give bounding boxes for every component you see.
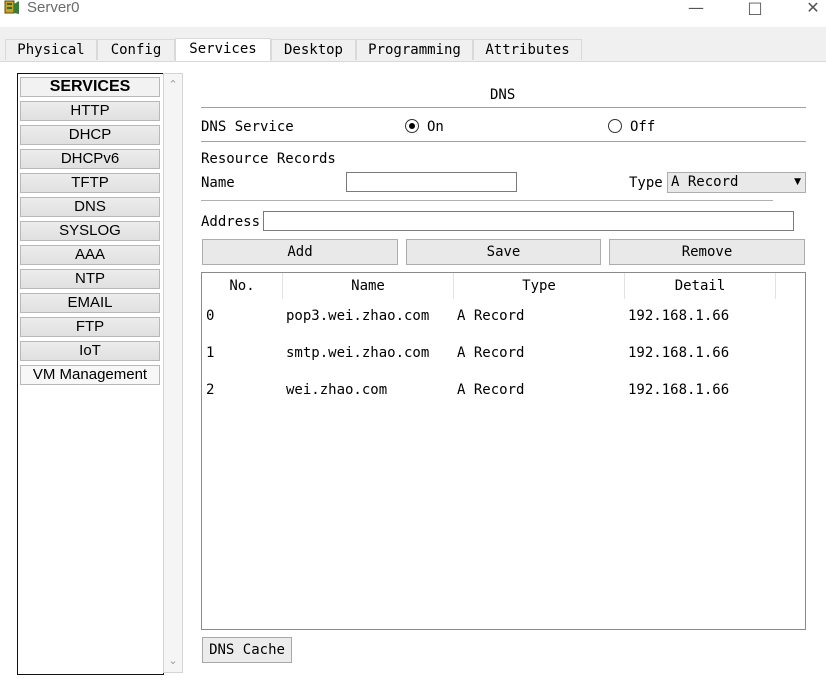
services-list: SERVICES HTTP DHCP DHCPv6 TFTP DNS SYSLO… — [17, 73, 164, 675]
tab-attributes[interactable]: Attributes — [473, 39, 582, 60]
divider — [201, 107, 806, 108]
cell-name: wei.zhao.com — [286, 382, 388, 398]
dns-service-label: DNS Service — [201, 119, 294, 135]
cell-no: 2 — [206, 382, 215, 398]
dns-on-radio[interactable] — [405, 119, 419, 133]
sidebar-item-aaa[interactable]: AAA — [20, 245, 160, 265]
cell-name: pop3.wei.zhao.com — [286, 308, 430, 324]
sidebar-item-http[interactable]: HTTP — [20, 101, 160, 121]
minimize-icon[interactable]: — — [685, 0, 707, 19]
cell-no: 1 — [206, 345, 215, 361]
type-select-value: A Record — [671, 174, 739, 190]
dns-cache-button[interactable]: DNS Cache — [202, 637, 292, 663]
sidebar-item-vm-management[interactable]: VM Management — [20, 365, 160, 385]
tab-config[interactable]: Config — [97, 39, 175, 60]
dns-title: DNS — [490, 87, 516, 103]
window-title: Server0 — [27, 0, 80, 16]
cell-type: A Record — [457, 345, 525, 361]
name-input[interactable] — [346, 172, 517, 192]
scroll-up-icon[interactable]: ⌃ — [164, 76, 182, 94]
tab-services[interactable]: Services — [175, 38, 271, 62]
cell-no: 0 — [206, 308, 215, 324]
sidebar-scrollbar[interactable]: ⌃ ⌄ — [163, 73, 183, 673]
tab-programming[interactable]: Programming — [356, 39, 473, 60]
type-select[interactable]: A Record ▼ — [667, 172, 806, 193]
dns-off-radio[interactable] — [608, 119, 622, 133]
table-row[interactable]: 2 wei.zhao.com A Record 192.168.1.66 — [202, 380, 805, 402]
cell-type: A Record — [457, 308, 525, 324]
sidebar-item-dns[interactable]: DNS — [20, 197, 160, 217]
dns-on-label[interactable]: On — [427, 119, 444, 135]
radio-selected-dot — [409, 123, 415, 129]
type-label: Type — [629, 175, 663, 191]
cell-type: A Record — [457, 382, 525, 398]
server-app-icon — [4, 0, 19, 14]
add-button[interactable]: Add — [202, 239, 398, 265]
cell-name: smtp.wei.zhao.com — [286, 345, 430, 361]
tab-physical[interactable]: Physical — [5, 39, 97, 60]
divider — [201, 200, 773, 201]
sidebar-item-ntp[interactable]: NTP — [20, 269, 160, 289]
table-row[interactable]: 1 smtp.wei.zhao.com A Record 192.168.1.6… — [202, 343, 805, 365]
column-header-type[interactable]: Type — [454, 273, 625, 299]
scroll-down-icon[interactable]: ⌄ — [164, 652, 182, 670]
cell-detail: 192.168.1.66 — [628, 308, 730, 324]
name-label: Name — [201, 175, 235, 191]
services-header: SERVICES — [20, 77, 160, 97]
tab-desktop[interactable]: Desktop — [271, 39, 356, 60]
tab-strip: Physical Config Services Desktop Program… — [0, 27, 826, 62]
save-button[interactable]: Save — [406, 239, 601, 265]
column-header-detail[interactable]: Detail — [625, 273, 776, 299]
maximize-icon[interactable]: □ — [744, 0, 766, 19]
cell-detail: 192.168.1.66 — [628, 345, 730, 361]
dns-off-label[interactable]: Off — [630, 119, 655, 135]
sidebar-item-dhcpv6[interactable]: DHCPv6 — [20, 149, 160, 169]
address-label: Address — [201, 214, 261, 230]
column-header-no[interactable]: No. — [202, 273, 283, 299]
sidebar-item-email[interactable]: EMAIL — [20, 293, 160, 313]
dns-records-table: No. Name Type Detail 0 pop3.wei.zhao.com… — [201, 272, 806, 630]
remove-button[interactable]: Remove — [609, 239, 805, 265]
address-input[interactable] — [263, 211, 794, 231]
sidebar-item-dhcp[interactable]: DHCP — [20, 125, 160, 145]
column-header-name[interactable]: Name — [283, 273, 454, 299]
sidebar-item-syslog[interactable]: SYSLOG — [20, 221, 160, 241]
sidebar-item-tftp[interactable]: TFTP — [20, 173, 160, 193]
services-content: SERVICES HTTP DHCP DHCPv6 TFTP DNS SYSLO… — [0, 61, 826, 684]
sidebar-item-iot[interactable]: IoT — [20, 341, 160, 361]
divider — [201, 141, 806, 142]
cell-detail: 192.168.1.66 — [628, 382, 730, 398]
sidebar-item-ftp[interactable]: FTP — [20, 317, 160, 337]
title-bar: Server0 — □ ✕ — [0, 0, 826, 26]
resource-records-label: Resource Records — [201, 151, 336, 167]
close-icon[interactable]: ✕ — [802, 0, 824, 19]
table-row[interactable]: 0 pop3.wei.zhao.com A Record 192.168.1.6… — [202, 306, 805, 328]
chevron-down-icon: ▼ — [794, 177, 801, 187]
